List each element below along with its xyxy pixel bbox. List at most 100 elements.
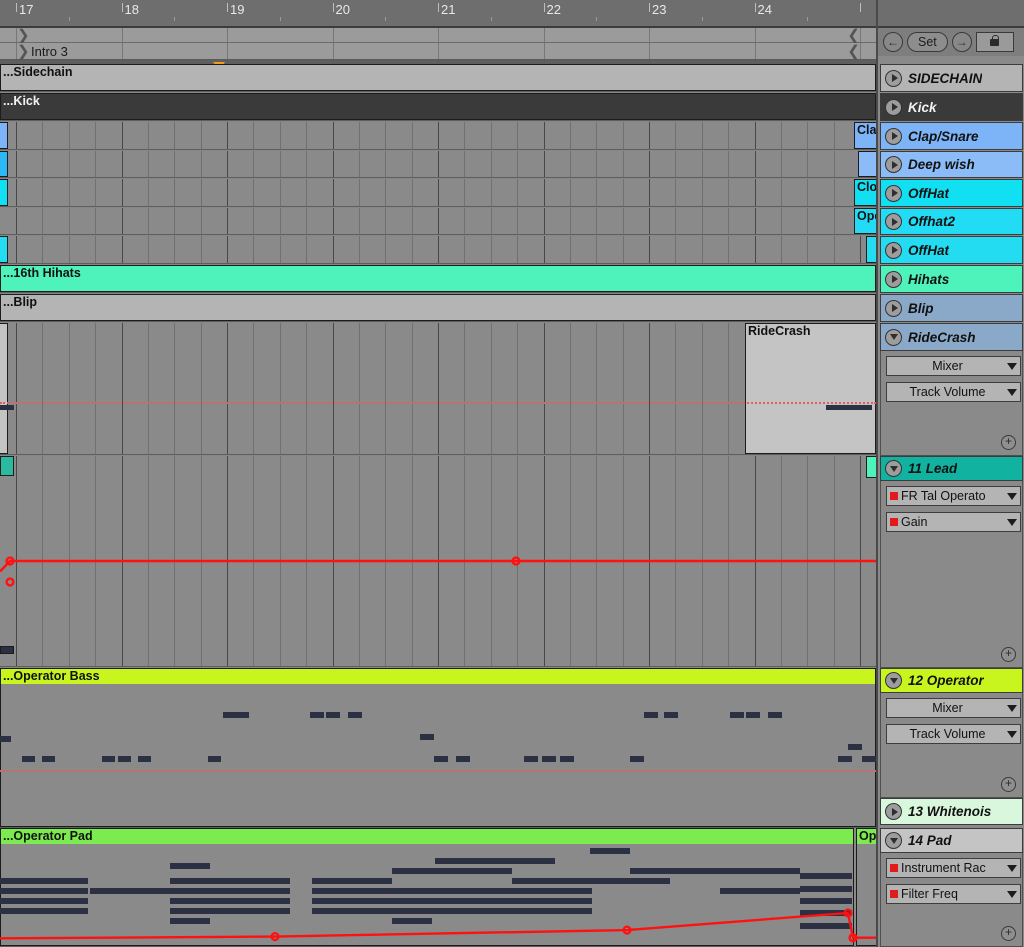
- track-unfold-right-icon[interactable]: [885, 270, 902, 288]
- track-name[interactable]: 11 Lead: [908, 461, 957, 476]
- chevron-down-icon[interactable]: [1007, 864, 1017, 872]
- midi-note[interactable]: [590, 878, 670, 884]
- clip[interactable]: [0, 122, 8, 149]
- midi-note[interactable]: [392, 918, 432, 924]
- clip[interactable]: [0, 236, 8, 263]
- track-name[interactable]: SIDECHAIN: [908, 71, 982, 86]
- midi-note[interactable]: [170, 898, 290, 904]
- midi-note[interactable]: [746, 712, 760, 718]
- clip-edge-fragment[interactable]: [0, 456, 14, 476]
- track-name[interactable]: Kick: [908, 100, 937, 115]
- track-header-whitenois[interactable]: 13 Whitenois: [880, 798, 1023, 825]
- midi-note[interactable]: [0, 908, 88, 914]
- midi-note[interactable]: [392, 898, 512, 904]
- midi-note[interactable]: [644, 712, 658, 718]
- midi-note[interactable]: [208, 756, 221, 762]
- midi-note[interactable]: [0, 888, 88, 894]
- automation-chooser[interactable]: Track Volume: [886, 724, 1021, 744]
- midi-note[interactable]: [90, 888, 170, 894]
- midi-note[interactable]: [170, 863, 210, 869]
- midi-note[interactable]: [392, 908, 512, 914]
- track-unfold-down-icon[interactable]: [885, 328, 902, 346]
- midi-note[interactable]: [0, 736, 11, 742]
- clip[interactable]: ...Kick: [0, 93, 876, 120]
- clip-edge-fragment[interactable]: [866, 456, 876, 478]
- automation-chooser[interactable]: Filter Freq: [886, 884, 1021, 904]
- track-lane-operator[interactable]: ...Operator Bass: [0, 668, 876, 828]
- track-header-deepwish[interactable]: Deep wish: [880, 151, 1023, 178]
- automation-chooser[interactable]: Mixer: [886, 698, 1021, 718]
- midi-note[interactable]: [800, 923, 852, 929]
- track-name[interactable]: Blip: [908, 301, 934, 316]
- track-name[interactable]: Hihats: [908, 272, 949, 287]
- track-header-clapsnare[interactable]: Clap/Snare: [880, 122, 1023, 150]
- midi-note[interactable]: [730, 712, 744, 718]
- set-button[interactable]: Set: [907, 32, 948, 52]
- clip[interactable]: ...Blip: [0, 294, 876, 321]
- track-unfold-down-icon[interactable]: [885, 672, 902, 689]
- clip[interactable]: OpenHat: [854, 208, 876, 234]
- midi-note[interactable]: [512, 898, 592, 904]
- track-unfold-right-icon[interactable]: [885, 69, 902, 87]
- midi-note[interactable]: [170, 878, 290, 884]
- midi-note[interactable]: [170, 888, 290, 894]
- automation-chooser[interactable]: Track Volume: [886, 382, 1021, 402]
- automation-breakpoint[interactable]: [511, 556, 521, 566]
- midi-note[interactable]: [223, 712, 236, 718]
- midi-note[interactable]: [392, 888, 512, 894]
- chevron-down-icon[interactable]: [1007, 890, 1017, 898]
- midi-note[interactable]: [512, 878, 592, 884]
- track-lane-sidechain[interactable]: ...Sidechain: [0, 64, 876, 92]
- track-name[interactable]: RideCrash: [908, 330, 976, 345]
- midi-note[interactable]: [310, 712, 324, 718]
- clip[interactable]: ClosedHat: [854, 179, 876, 206]
- track-name[interactable]: 14 Pad: [908, 833, 952, 848]
- add-automation-lane-button[interactable]: [1001, 647, 1016, 662]
- track-name[interactable]: Clap/Snare: [908, 129, 979, 144]
- midi-note[interactable]: [512, 908, 592, 914]
- automation-chooser[interactable]: FR Tal Operato: [886, 486, 1021, 506]
- midi-note[interactable]: [22, 756, 35, 762]
- midi-note[interactable]: [800, 873, 852, 879]
- midi-note[interactable]: [420, 734, 434, 740]
- midi-note[interactable]: [512, 888, 592, 894]
- track-unfold-down-icon[interactable]: [885, 460, 902, 477]
- clip[interactable]: [858, 151, 876, 177]
- midi-note[interactable]: [768, 712, 782, 718]
- track-name[interactable]: Deep wish: [908, 157, 975, 172]
- chevron-down-icon[interactable]: [1007, 704, 1017, 712]
- clip[interactable]: [0, 323, 8, 454]
- midi-note[interactable]: [800, 910, 852, 916]
- loop-brace-row[interactable]: ❯ ❮: [0, 28, 876, 43]
- track-name[interactable]: OffHat: [908, 243, 949, 258]
- clip[interactable]: RideCrash: [745, 323, 876, 454]
- midi-note[interactable]: [434, 756, 448, 762]
- clip[interactable]: [0, 179, 8, 206]
- track-lane-offhat2[interactable]: OpenHat: [0, 208, 876, 235]
- chevron-down-icon[interactable]: [1007, 492, 1017, 500]
- nav-forward-button[interactable]: →: [951, 32, 972, 52]
- midi-note[interactable]: [312, 878, 392, 884]
- add-automation-lane-button[interactable]: [1001, 926, 1016, 941]
- midi-note[interactable]: [542, 756, 556, 762]
- midi-note[interactable]: [524, 756, 538, 762]
- track-header-hihats[interactable]: Hihats: [880, 265, 1023, 293]
- track-header-operator[interactable]: 12 Operator: [880, 668, 1023, 693]
- midi-note[interactable]: [312, 888, 392, 894]
- chevron-down-icon[interactable]: [1007, 362, 1017, 370]
- track-unfold-right-icon[interactable]: [885, 213, 902, 230]
- track-header-pad[interactable]: 14 Pad: [880, 828, 1023, 853]
- midi-note[interactable]: [862, 756, 876, 762]
- track-unfold-right-icon[interactable]: [885, 299, 902, 317]
- track-header-offhat3[interactable]: OffHat: [880, 236, 1023, 264]
- clip[interactable]: [866, 236, 876, 263]
- track-header-offhat2[interactable]: Offhat2: [880, 208, 1023, 235]
- locator-marker-icon[interactable]: ❯: [17, 44, 30, 59]
- track-unfold-right-icon[interactable]: [885, 98, 902, 116]
- track-unfold-right-icon[interactable]: [885, 127, 902, 145]
- arrangement-canvas[interactable]: 17 18 19 20 21 22 23 24 ❯ ❮ ❯ Intro 3 ❮ ...Side…: [0, 0, 876, 947]
- track-unfold-down-icon[interactable]: [885, 832, 902, 849]
- midi-note[interactable]: [0, 878, 88, 884]
- midi-note[interactable]: [664, 712, 678, 718]
- track-lane-ridecrash[interactable]: RideCrash: [0, 323, 876, 455]
